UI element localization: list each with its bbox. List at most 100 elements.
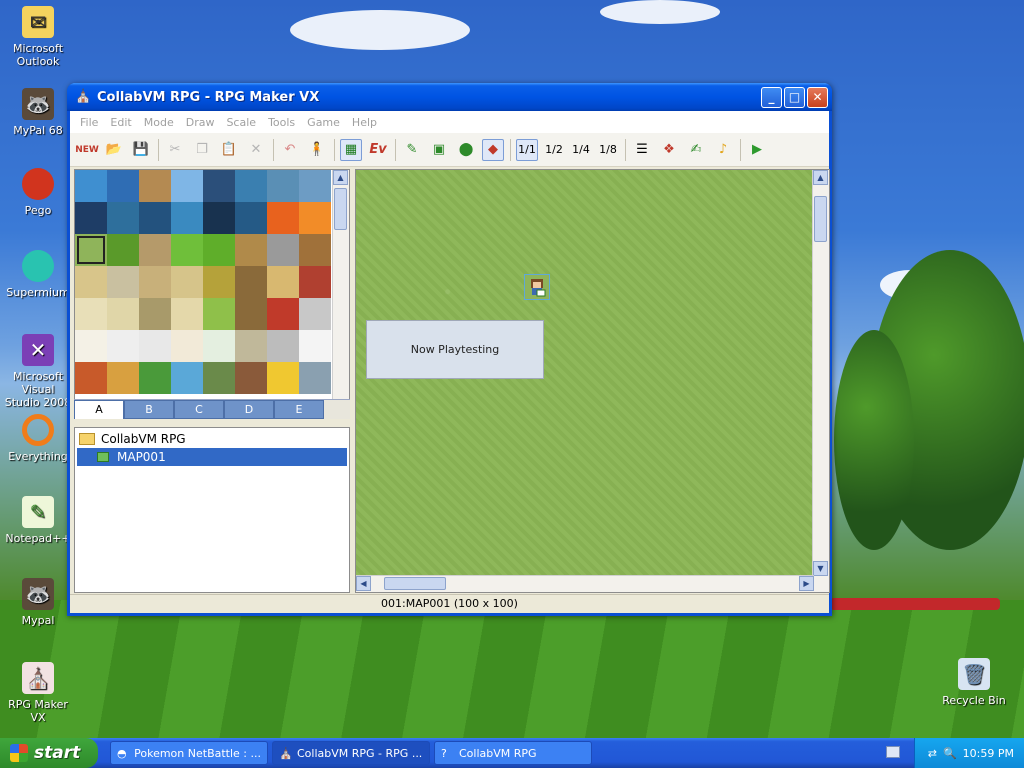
ellipse-icon[interactable]: ⬤ <box>455 139 477 161</box>
scroll-right-arrow[interactable]: ▶ <box>799 576 814 591</box>
tile-swatch[interactable] <box>107 234 139 266</box>
desktop-icon-pego[interactable]: Pego <box>0 168 76 217</box>
scroll-thumb[interactable] <box>814 196 827 242</box>
desktop-icon-mypal68[interactable]: 🦝 MyPal 68 <box>0 88 76 137</box>
tile-swatch[interactable] <box>139 234 171 266</box>
taskbar-item-collabvm-help[interactable]: ? CollabVM RPG <box>434 741 592 765</box>
player-start-event[interactable] <box>524 274 550 300</box>
tile-swatch[interactable] <box>75 234 107 266</box>
desktop-icon-rpg-maker[interactable]: ⛪ RPG Maker VX <box>0 662 76 724</box>
tile-swatch[interactable] <box>299 202 331 234</box>
new-project-icon[interactable]: NEW <box>75 139 99 161</box>
tile-swatch[interactable] <box>235 330 267 362</box>
tile-swatch[interactable] <box>235 362 267 394</box>
menu-game[interactable]: Game <box>301 116 346 129</box>
map-editor[interactable]: Now Playtesting ▲ ▼ ◀ ▶ <box>355 169 830 593</box>
menu-mode[interactable]: Mode <box>138 116 180 129</box>
tile-swatch[interactable] <box>203 266 235 298</box>
tile-swatch[interactable] <box>171 170 203 202</box>
tileset-mode-icon[interactable]: 🧍 <box>306 139 328 161</box>
pencil-icon[interactable]: ✎ <box>401 139 423 161</box>
material-base-icon[interactable]: ❖ <box>658 139 680 161</box>
desktop-icon-outlook[interactable]: ✉ Microsoft Outlook <box>0 6 76 68</box>
tile-swatch[interactable] <box>107 298 139 330</box>
eraser-icon[interactable]: ◆ <box>482 138 504 161</box>
scroll-left-arrow[interactable]: ◀ <box>356 576 371 591</box>
save-icon[interactable]: 💾 <box>130 139 152 161</box>
tree-root[interactable]: CollabVM RPG <box>77 430 347 448</box>
tile-swatch[interactable] <box>139 298 171 330</box>
tile-swatch[interactable] <box>171 330 203 362</box>
tile-grid[interactable] <box>75 170 331 394</box>
close-button[interactable]: ✕ <box>807 86 828 108</box>
rectangle-icon[interactable]: ▣ <box>428 139 450 161</box>
desktop-icon-recycle-bin[interactable]: 🗑 Recycle Bin <box>936 658 1012 707</box>
event-layer-icon[interactable]: Ev <box>367 139 389 161</box>
scroll-thumb[interactable] <box>334 188 347 230</box>
scale-1-1-button[interactable]: 1/1 <box>516 138 538 161</box>
maximize-button[interactable]: □ <box>784 86 805 108</box>
scroll-thumb[interactable] <box>384 577 446 590</box>
cut-icon[interactable]: ✂ <box>164 139 186 161</box>
tile-palette[interactable]: ▲ ▼ <box>74 169 350 419</box>
tile-swatch[interactable] <box>139 202 171 234</box>
search-icon[interactable]: 🔍 <box>943 747 957 760</box>
tab-d[interactable]: D <box>224 400 274 419</box>
tab-c[interactable]: C <box>174 400 224 419</box>
scale-1-2-button[interactable]: 1/2 <box>543 139 565 161</box>
tree-item-map001[interactable]: MAP001 <box>77 448 347 466</box>
tile-swatch[interactable] <box>171 202 203 234</box>
tile-swatch[interactable] <box>75 330 107 362</box>
tile-swatch[interactable] <box>299 362 331 394</box>
tile-swatch[interactable] <box>203 234 235 266</box>
menu-draw[interactable]: Draw <box>180 116 221 129</box>
tile-swatch[interactable] <box>139 170 171 202</box>
tile-swatch[interactable] <box>107 330 139 362</box>
desktop-icon-everything[interactable]: Everything <box>0 414 76 463</box>
map-canvas[interactable]: Now Playtesting <box>356 170 814 576</box>
tile-swatch[interactable] <box>203 298 235 330</box>
menu-file[interactable]: File <box>74 116 104 129</box>
tile-swatch[interactable] <box>235 202 267 234</box>
menu-edit[interactable]: Edit <box>104 116 137 129</box>
tile-swatch[interactable] <box>203 362 235 394</box>
undo-icon[interactable]: ↶ <box>279 139 301 161</box>
tile-swatch[interactable] <box>267 298 299 330</box>
tile-swatch[interactable] <box>267 330 299 362</box>
copy-icon[interactable]: ❐ <box>191 139 213 161</box>
scroll-down-arrow[interactable]: ▼ <box>813 561 828 576</box>
tile-swatch[interactable] <box>75 362 107 394</box>
tile-swatch[interactable] <box>203 202 235 234</box>
taskbar-item-rpg-maker[interactable]: ⛪ CollabVM RPG - RPG ... <box>272 741 430 765</box>
desktop-icon-notepadpp[interactable]: ✎ Notepad++ <box>0 496 76 545</box>
tile-swatch[interactable] <box>299 266 331 298</box>
tile-swatch[interactable] <box>235 266 267 298</box>
start-button[interactable]: start <box>0 738 98 768</box>
map-layer-icon[interactable]: ▦ <box>340 138 362 161</box>
tile-swatch[interactable] <box>75 202 107 234</box>
tab-a[interactable]: A <box>74 400 124 419</box>
tile-swatch[interactable] <box>107 202 139 234</box>
tile-swatch[interactable] <box>107 170 139 202</box>
menu-tools[interactable]: Tools <box>262 116 301 129</box>
network-icon[interactable]: ⇄ <box>928 747 937 760</box>
tile-swatch[interactable] <box>267 170 299 202</box>
paste-icon[interactable]: 📋 <box>218 139 240 161</box>
playtest-icon[interactable]: ▶ <box>746 139 768 161</box>
tile-swatch[interactable] <box>235 298 267 330</box>
tile-swatch[interactable] <box>75 266 107 298</box>
desktop-icon-visual-studio[interactable]: ✕ Microsoft Visual Studio 2008 <box>0 334 76 409</box>
map-horizontal-scrollbar[interactable]: ◀ ▶ <box>356 575 814 592</box>
clock[interactable]: 10:59 PM <box>963 747 1014 760</box>
tile-swatch[interactable] <box>107 362 139 394</box>
tile-swatch[interactable] <box>267 234 299 266</box>
database-icon[interactable]: ☰ <box>631 139 653 161</box>
tile-swatch[interactable] <box>171 266 203 298</box>
tile-swatch[interactable] <box>139 266 171 298</box>
tile-swatch[interactable] <box>299 170 331 202</box>
menu-scale[interactable]: Scale <box>220 116 262 129</box>
tab-b[interactable]: B <box>124 400 174 419</box>
keyboard-icon[interactable] <box>886 746 900 758</box>
tile-swatch[interactable] <box>299 298 331 330</box>
palette-scrollbar[interactable]: ▲ ▼ <box>332 170 349 418</box>
